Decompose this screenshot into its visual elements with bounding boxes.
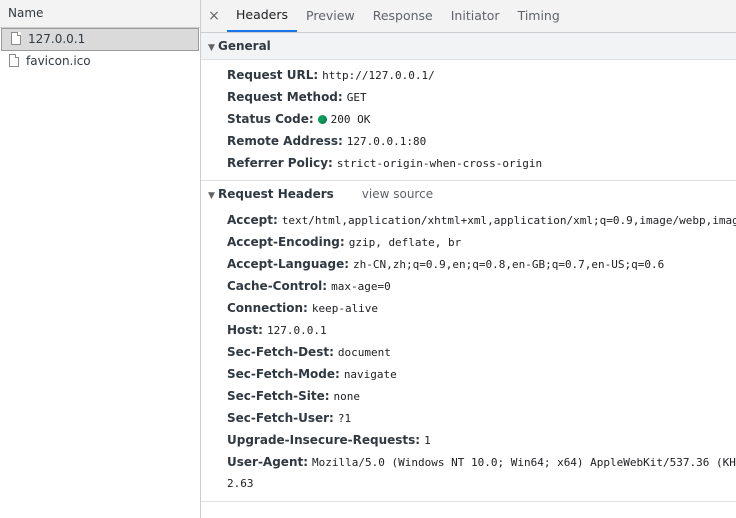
request-header-row: Upgrade-Insecure-Requests: 1 xyxy=(201,429,736,451)
general-row-referrer-policy: Referrer Policy: strict-origin-when-cross… xyxy=(201,152,736,174)
header-value: Mozilla/5.0 (Windows NT 10.0; Win64; x64… xyxy=(312,456,736,469)
user-agent-wrap-line: 2.63 xyxy=(227,477,254,490)
header-name: Accept-Language: xyxy=(227,257,350,271)
request-header-row: Sec-Fetch-User: ?1 xyxy=(201,407,736,429)
header-name: User-Agent: xyxy=(227,455,309,469)
request-headers-list: Accept: text/html,application/xhtml+xml,a… xyxy=(201,209,736,473)
request-header-row: Cache-Control: max-age=0 xyxy=(201,275,736,297)
request-url-value: http://127.0.0.1/ xyxy=(322,69,435,82)
document-icon xyxy=(11,32,21,45)
request-header-row: Connection: keep-alive xyxy=(201,297,736,319)
request-row-127-0-0-1[interactable]: 127.0.0.1 xyxy=(1,28,199,51)
request-header-row: Accept-Encoding: gzip, deflate, br xyxy=(201,231,736,253)
general-row-request-url: Request URL: http://127.0.0.1/ xyxy=(201,64,736,86)
header-value: text/html,application/xhtml+xml,applicat… xyxy=(281,214,736,227)
header-name: Sec-Fetch-Mode: xyxy=(227,367,340,381)
request-method-value: GET xyxy=(346,91,367,104)
header-name: Sec-Fetch-User: xyxy=(227,411,334,425)
tab-timing[interactable]: Timing xyxy=(509,0,569,32)
name-column-header[interactable]: Name xyxy=(0,0,200,28)
header-name: Host: xyxy=(227,323,263,337)
general-row-status-code: Status Code: 200 OK xyxy=(201,108,736,130)
header-value: keep-alive xyxy=(311,302,379,315)
header-name: Sec-Fetch-Site: xyxy=(227,389,330,403)
request-header-row: Sec-Fetch-Mode: navigate xyxy=(201,363,736,385)
request-name: favicon.ico xyxy=(26,54,91,68)
header-name: Cache-Control: xyxy=(227,279,328,293)
header-value: 127.0.0.1 xyxy=(266,324,327,337)
request-header-row: User-Agent: Mozilla/5.0 (Windows NT 10.0;… xyxy=(201,451,736,473)
header-value: gzip, deflate, br xyxy=(348,236,462,249)
header-value: ?1 xyxy=(337,412,352,425)
request-row-favicon[interactable]: favicon.ico xyxy=(0,51,200,72)
general-row-remote-address: Remote Address: 127.0.0.1:80 xyxy=(201,130,736,152)
header-name: Sec-Fetch-Dest: xyxy=(227,345,334,359)
request-url-label: Request URL: xyxy=(227,68,319,82)
close-icon[interactable]: × xyxy=(201,0,227,32)
triangle-down-icon: ▼ xyxy=(208,191,215,201)
header-name: Accept: xyxy=(227,213,278,227)
header-value: max-age=0 xyxy=(331,280,391,293)
remote-address-label: Remote Address: xyxy=(227,134,343,148)
view-source-link[interactable]: view source xyxy=(362,187,433,201)
document-icon xyxy=(9,54,19,67)
header-value: zh-CN,zh;q=0.9,en;q=0.8,en-GB;q=0.7,en-U… xyxy=(353,258,665,271)
triangle-down-icon: ▼ xyxy=(208,43,215,53)
request-list-panel: Name 127.0.0.1 favicon.ico xyxy=(0,0,201,518)
referrer-policy-value: strict-origin-when-cross-origin xyxy=(336,157,543,170)
status-code-label: Status Code: xyxy=(227,112,314,126)
referrer-policy-label: Referrer Policy: xyxy=(227,156,333,170)
request-header-row: Sec-Fetch-Site: none xyxy=(201,385,736,407)
tab-response[interactable]: Response xyxy=(364,0,442,32)
request-method-label: Request Method: xyxy=(227,90,343,104)
section-divider xyxy=(201,501,736,502)
header-value: navigate xyxy=(343,368,397,381)
request-headers-section-header[interactable]: ▼ Request Headers view source xyxy=(201,181,736,207)
header-name: Accept-Encoding: xyxy=(227,235,345,249)
status-ok-icon xyxy=(317,115,327,124)
request-headers-title: Request Headers xyxy=(218,187,334,201)
request-header-row: Accept-Language: zh-CN,zh;q=0.9,en;q=0.8,… xyxy=(201,253,736,275)
request-detail-panel: × Headers Preview Response Initiator Tim… xyxy=(201,0,736,518)
status-code-value: 200 OK xyxy=(330,113,371,126)
remote-address-value: 127.0.0.1:80 xyxy=(346,135,427,148)
header-value: document xyxy=(337,346,391,359)
request-header-row: Accept: text/html,application/xhtml+xml,a… xyxy=(201,209,736,231)
tab-initiator[interactable]: Initiator xyxy=(442,0,509,32)
header-name: Upgrade-Insecure-Requests: xyxy=(227,433,421,447)
header-value: 1 xyxy=(424,434,431,447)
detail-tab-bar: × Headers Preview Response Initiator Tim… xyxy=(201,0,736,33)
request-name: 127.0.0.1 xyxy=(28,32,86,46)
request-header-row: Host: 127.0.0.1 xyxy=(201,319,736,341)
header-value: none xyxy=(333,390,361,403)
tab-headers[interactable]: Headers xyxy=(227,0,298,32)
header-name: Connection: xyxy=(227,301,308,315)
general-row-request-method: Request Method: GET xyxy=(201,86,736,108)
general-title: General xyxy=(218,39,271,53)
request-header-row: Sec-Fetch-Dest: document xyxy=(201,341,736,363)
general-section-header[interactable]: ▼ General xyxy=(201,33,736,60)
tab-preview[interactable]: Preview xyxy=(297,0,364,32)
